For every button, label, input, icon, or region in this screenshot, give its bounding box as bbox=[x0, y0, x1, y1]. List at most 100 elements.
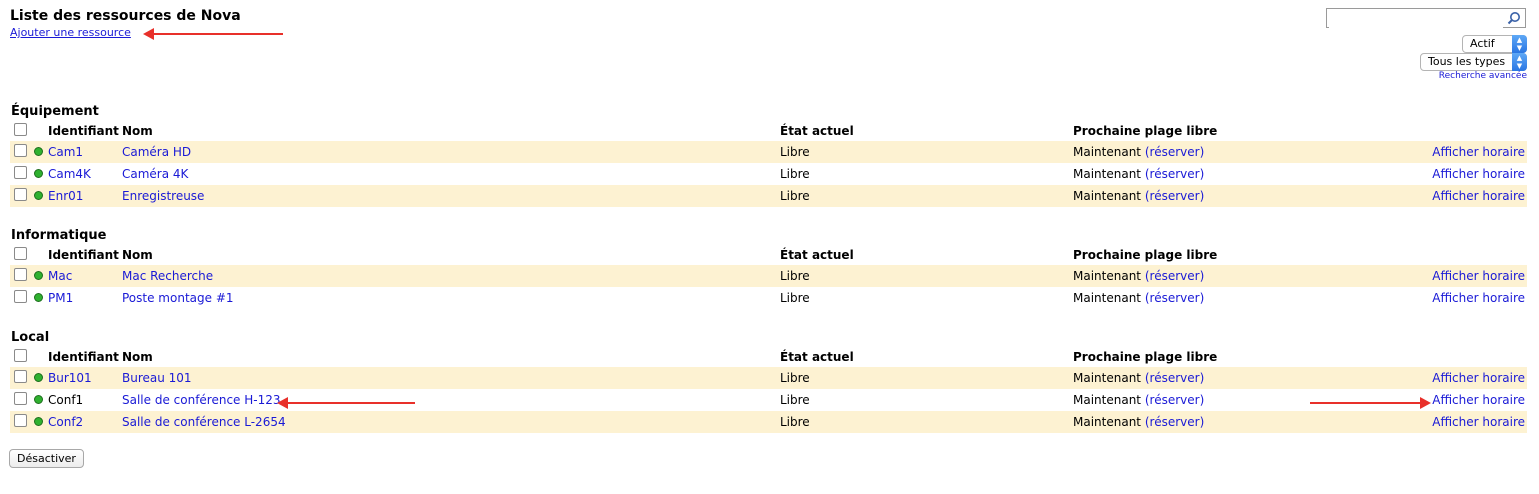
next-slot-text: Maintenant bbox=[1073, 269, 1142, 283]
row-checkbox[interactable] bbox=[14, 414, 27, 427]
status-select-value: Actif bbox=[1470, 37, 1495, 50]
reserve-link[interactable]: (réserver) bbox=[1145, 291, 1204, 305]
current-state: Libre bbox=[780, 291, 810, 305]
table-row: PM1 Poste montage #1 Libre Maintenant (r… bbox=[10, 287, 1527, 309]
next-slot: Maintenant (réserver) bbox=[1073, 141, 1204, 163]
status-dot-icon bbox=[34, 395, 43, 404]
resource-id-text: Conf1 bbox=[48, 393, 84, 407]
table-header: Identifiant Nom État actuel Prochaine pl… bbox=[10, 348, 1527, 367]
show-schedule-link[interactable]: Afficher horaire bbox=[1432, 265, 1525, 287]
section-title: Équipement bbox=[11, 104, 99, 119]
show-schedule-link[interactable]: Afficher horaire bbox=[1432, 367, 1525, 389]
select-all-checkbox[interactable] bbox=[14, 123, 27, 136]
current-state: Libre bbox=[780, 393, 810, 407]
row-checkbox[interactable] bbox=[14, 290, 27, 303]
row-checkbox[interactable] bbox=[14, 370, 27, 383]
magnifier-icon[interactable] bbox=[1504, 10, 1524, 26]
col-etat-header: État actuel bbox=[780, 124, 854, 138]
resource-id-link[interactable]: Cam1 bbox=[48, 141, 83, 163]
search-box bbox=[1326, 8, 1526, 28]
current-state: Libre bbox=[780, 167, 810, 181]
next-slot-text: Maintenant bbox=[1073, 145, 1142, 159]
col-id-header: Identifiant bbox=[48, 248, 119, 262]
section-informatique: Informatique Identifiant Nom État actuel… bbox=[10, 226, 1527, 309]
row-checkbox[interactable] bbox=[14, 268, 27, 281]
annotation-arrow-right-icon bbox=[1310, 397, 1431, 409]
resource-name-link[interactable]: Bureau 101 bbox=[122, 367, 192, 389]
reserve-link[interactable]: (réserver) bbox=[1145, 167, 1204, 181]
next-slot: Maintenant (réserver) bbox=[1073, 163, 1204, 185]
col-plage-header: Prochaine plage libre bbox=[1073, 124, 1218, 138]
col-nom-header: Nom bbox=[122, 124, 153, 138]
next-slot: Maintenant (réserver) bbox=[1073, 265, 1204, 287]
col-nom-header: Nom bbox=[122, 350, 153, 364]
current-state: Libre bbox=[780, 189, 810, 203]
resource-id-link[interactable]: Enr01 bbox=[48, 185, 83, 207]
next-slot: Maintenant (réserver) bbox=[1073, 367, 1204, 389]
next-slot-text: Maintenant bbox=[1073, 291, 1142, 305]
resource-name-link[interactable]: Mac Recherche bbox=[122, 265, 213, 287]
search-input[interactable] bbox=[1329, 10, 1503, 28]
next-slot-text: Maintenant bbox=[1073, 393, 1142, 407]
resource-name-link[interactable]: Poste montage #1 bbox=[122, 287, 234, 309]
current-state: Libre bbox=[780, 269, 810, 283]
resource-name-link[interactable]: Salle de conférence H-123 bbox=[122, 389, 281, 411]
row-checkbox[interactable] bbox=[14, 188, 27, 201]
next-slot-text: Maintenant bbox=[1073, 415, 1142, 429]
next-slot: Maintenant (réserver) bbox=[1073, 287, 1204, 309]
next-slot: Maintenant (réserver) bbox=[1073, 411, 1204, 433]
resource-name-link[interactable]: Caméra HD bbox=[122, 141, 191, 163]
row-checkbox[interactable] bbox=[14, 166, 27, 179]
resource-name-link[interactable]: Salle de conférence L-2654 bbox=[122, 411, 286, 433]
show-schedule-link[interactable]: Afficher horaire bbox=[1432, 287, 1525, 309]
resource-name-link[interactable]: Enregistreuse bbox=[122, 185, 204, 207]
resource-id-link[interactable]: Cam4K bbox=[48, 163, 91, 185]
show-schedule-link[interactable]: Afficher horaire bbox=[1432, 389, 1525, 411]
reserve-link[interactable]: (réserver) bbox=[1145, 145, 1204, 159]
status-dot-icon bbox=[34, 169, 43, 178]
reserve-link[interactable]: (réserver) bbox=[1145, 189, 1204, 203]
reserve-link[interactable]: (réserver) bbox=[1145, 371, 1204, 385]
resource-id-link[interactable]: Mac bbox=[48, 265, 72, 287]
row-checkbox[interactable] bbox=[14, 144, 27, 157]
advanced-search-link[interactable]: Recherche avancée bbox=[1439, 71, 1527, 81]
show-schedule-link[interactable]: Afficher horaire bbox=[1432, 141, 1525, 163]
reserve-link[interactable]: (réserver) bbox=[1145, 393, 1204, 407]
current-state: Libre bbox=[780, 415, 810, 429]
show-schedule-link[interactable]: Afficher horaire bbox=[1432, 163, 1525, 185]
col-nom-header: Nom bbox=[122, 248, 153, 262]
row-checkbox[interactable] bbox=[14, 392, 27, 405]
deactivate-button[interactable]: Désactiver bbox=[9, 449, 84, 468]
reserve-link[interactable]: (réserver) bbox=[1145, 415, 1204, 429]
select-all-checkbox[interactable] bbox=[14, 247, 27, 260]
status-select[interactable]: Actif ▲ ▼ bbox=[1462, 35, 1527, 53]
next-slot: Maintenant (réserver) bbox=[1073, 389, 1204, 411]
resource-name-link[interactable]: Caméra 4K bbox=[122, 163, 188, 185]
table-row: Cam4K Caméra 4K Libre Maintenant (réserv… bbox=[10, 163, 1527, 185]
show-schedule-link[interactable]: Afficher horaire bbox=[1432, 185, 1525, 207]
col-id-header: Identifiant bbox=[48, 350, 119, 364]
status-dot-icon bbox=[34, 191, 43, 200]
resource-id-link[interactable]: Bur101 bbox=[48, 367, 92, 389]
next-slot: Maintenant (réserver) bbox=[1073, 185, 1204, 207]
reserve-link[interactable]: (réserver) bbox=[1145, 269, 1204, 283]
current-state: Libre bbox=[780, 371, 810, 385]
table-header: Identifiant Nom État actuel Prochaine pl… bbox=[10, 246, 1527, 265]
select-all-checkbox[interactable] bbox=[14, 349, 27, 362]
select-arrows-icon: ▲ ▼ bbox=[1512, 35, 1527, 53]
resource-id-link[interactable]: Conf2 bbox=[48, 411, 83, 433]
show-schedule-link[interactable]: Afficher horaire bbox=[1432, 411, 1525, 433]
table-row: Enr01 Enregistreuse Libre Maintenant (ré… bbox=[10, 185, 1527, 207]
annotation-arrow-left-icon bbox=[143, 28, 283, 40]
table-row: Mac Mac Recherche Libre Maintenant (rése… bbox=[10, 265, 1527, 287]
status-dot-icon bbox=[34, 147, 43, 156]
resource-id-link[interactable]: PM1 bbox=[48, 287, 73, 309]
type-select[interactable]: Tous les types ▲ ▼ bbox=[1420, 53, 1527, 71]
status-dot-icon bbox=[34, 293, 43, 302]
status-dot-icon bbox=[34, 417, 43, 426]
next-slot-text: Maintenant bbox=[1073, 189, 1142, 203]
add-resource-link[interactable]: Ajouter une ressource bbox=[10, 26, 131, 39]
section-title: Informatique bbox=[11, 228, 107, 243]
annotation-arrow-left-icon bbox=[277, 397, 415, 409]
table-row: Cam1 Caméra HD Libre Maintenant (réserve… bbox=[10, 141, 1527, 163]
